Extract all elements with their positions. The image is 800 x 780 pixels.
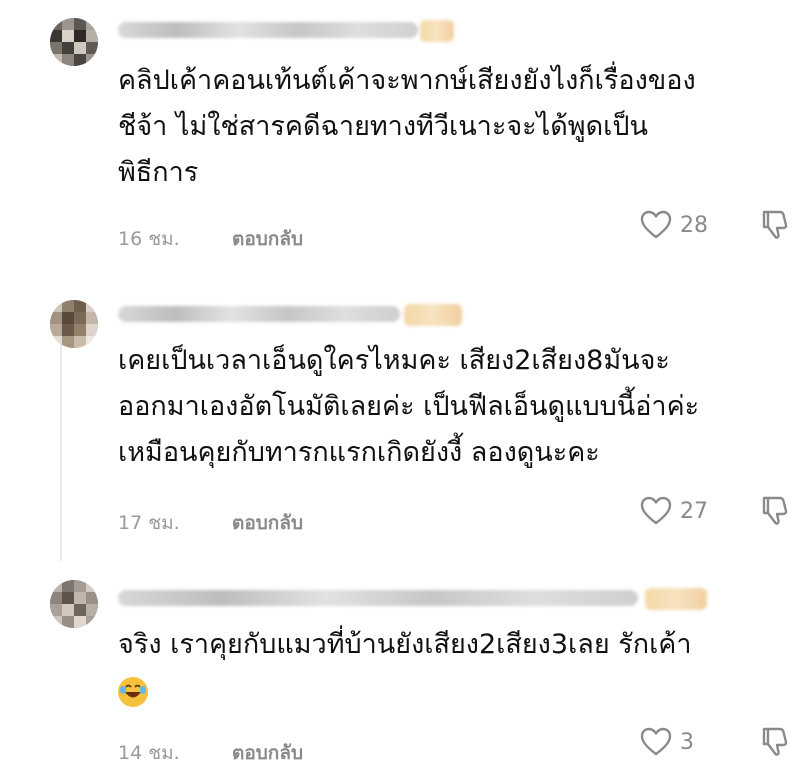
comment-timestamp: 17 ชม. — [118, 512, 180, 534]
avatar[interactable] — [50, 580, 98, 628]
like-count: 3 — [680, 730, 694, 755]
thumbs-down-icon[interactable] — [760, 208, 792, 240]
comment-text-line — [118, 668, 788, 714]
comment-text-line: คลิปเค้าคอนเท้นต์เค้าจะพากษ์เสียงยังไงก็… — [118, 65, 696, 96]
like-count: 28 — [680, 213, 708, 238]
username-emoji-redacted — [645, 588, 707, 610]
heart-icon[interactable] — [640, 496, 672, 526]
comment-timestamp: 16 ชม. — [118, 228, 180, 250]
thumbs-down-icon[interactable] — [760, 494, 792, 526]
thread-divider — [60, 326, 62, 561]
avatar[interactable] — [50, 18, 98, 66]
comment-text-line: เหมือนคุยกับทารกแรกเกิดยังงี้ ลองดูนะคะ — [118, 437, 600, 468]
thumbs-down-icon[interactable] — [760, 725, 792, 757]
comment-timestamp: 14 ชม. — [118, 742, 180, 764]
comment-text-line: จริง เราคุยกับแมวที่บ้านยังเสียง2เสียง3เ… — [118, 629, 692, 660]
heart-icon[interactable] — [640, 727, 672, 757]
avatar[interactable] — [50, 300, 98, 348]
like-count: 27 — [680, 499, 708, 524]
comment-text-line: ชีจ้า ไม่ใช่สารคดีฉายทางทีวีเนาะจะได้พูด… — [118, 111, 648, 142]
username-redacted[interactable] — [118, 22, 418, 38]
comment-text-line: ออกมาเองอัตโนมัติเลยค่ะ เป็นฟีลเอ็นดูแบบ… — [118, 391, 700, 422]
comment-text-line: เคยเป็นเวลาเอ็นดูใครไหมคะ เสียง2เสียง8มั… — [118, 345, 670, 376]
reply-button[interactable]: ตอบกลับ — [232, 508, 303, 538]
comment-text-line: พิธีการ — [118, 157, 199, 188]
username-emoji-redacted — [420, 20, 454, 42]
laughing-face-emoji — [118, 676, 148, 707]
reply-button[interactable]: ตอบกลับ — [232, 224, 303, 254]
comment-text: เคยเป็นเวลาเอ็นดูใครไหมคะ เสียง2เสียง8มั… — [118, 338, 788, 476]
username-redacted[interactable] — [118, 306, 400, 322]
comment-text: จริง เราคุยกับแมวที่บ้านยังเสียง2เสียง3เ… — [118, 622, 788, 714]
comment-text: คลิปเค้าคอนเท้นต์เค้าจะพากษ์เสียงยังไงก็… — [118, 58, 788, 196]
heart-icon[interactable] — [640, 210, 672, 240]
username-emoji-redacted — [404, 304, 462, 326]
reply-button[interactable]: ตอบกลับ — [232, 738, 303, 768]
username-redacted[interactable] — [118, 590, 638, 606]
